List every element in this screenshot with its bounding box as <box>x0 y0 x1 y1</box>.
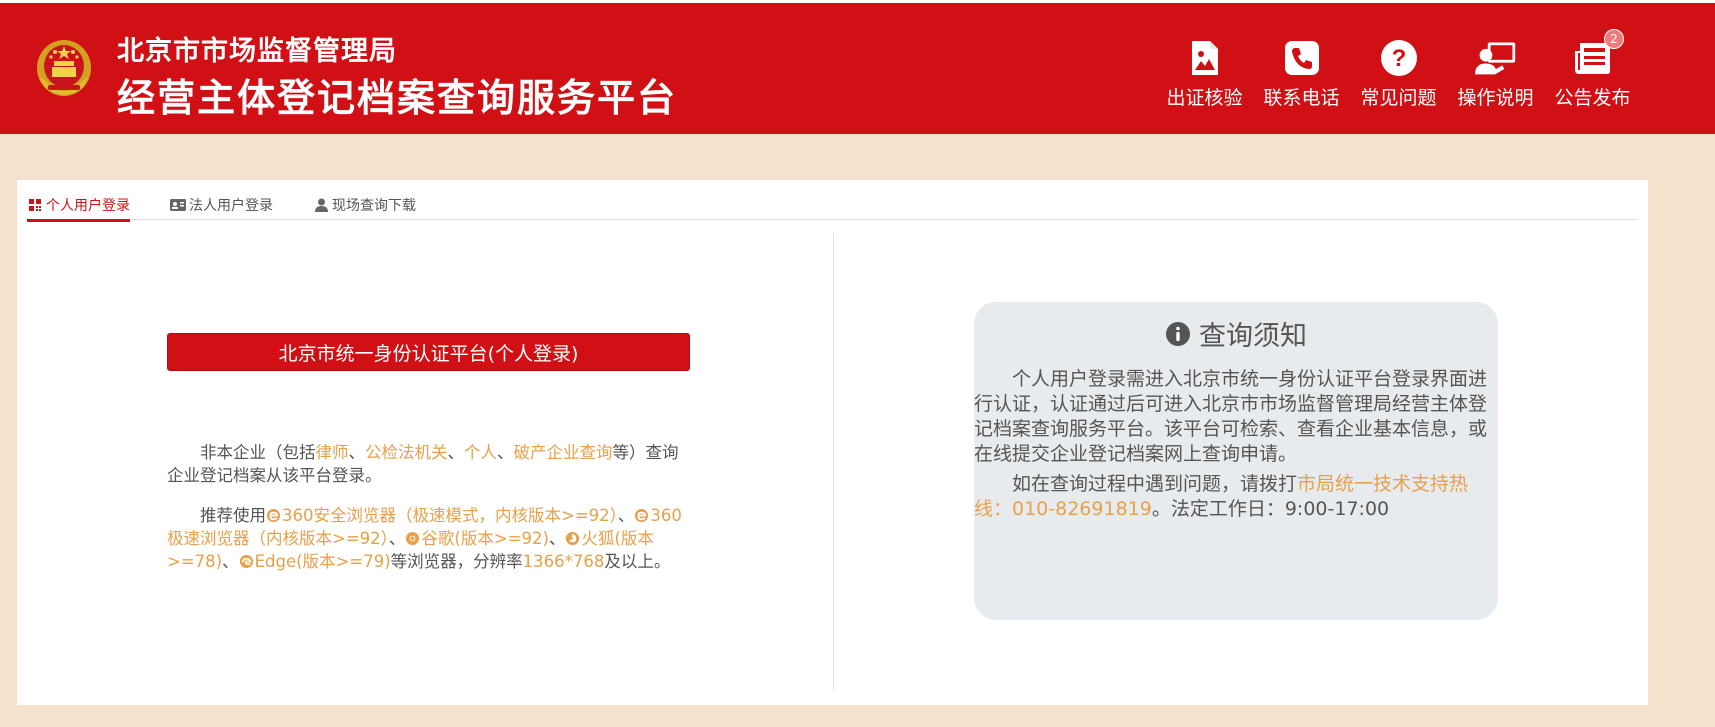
login-panel: 个人用户登录 法人用户登录 现场查询下载 北京市统一身份认证平台(个人登录) 非… <box>17 180 1648 705</box>
chrome-icon <box>406 531 420 546</box>
link-edge[interactable]: Edge(版本>=79) <box>239 552 391 571</box>
ie-browser-icon <box>266 508 281 523</box>
tab-label: 法人用户登录 <box>189 198 273 214</box>
user-icon <box>313 197 329 213</box>
nav-label: 常见问题 <box>1360 87 1437 109</box>
notification-badge: 2 <box>1604 29 1624 49</box>
link-lawyer[interactable]: 律师 <box>316 443 349 462</box>
notice-paragraph-2: 如在查询过程中遇到问题，请拨打市局统一技术支持热线：010-82691819。法… <box>974 472 1498 522</box>
national-emblem-icon <box>34 37 94 99</box>
notice-title: 查询须知 <box>1199 321 1307 352</box>
notice-paragraph-1: 个人用户登录需进入北京市统一身份认证平台登录界面进行认证，认证通过后可进入北京市… <box>974 368 1488 465</box>
tab-personal-login[interactable]: 个人用户登录 <box>27 190 130 222</box>
tab-onsite-query-download[interactable]: 现场查询下载 <box>313 190 416 220</box>
text: 。法定工作日：9:00-17:00 <box>1151 498 1390 520</box>
text: 360安全浏览器（极速模式，内核版本>=92） <box>282 506 618 525</box>
text: 、 <box>447 443 465 462</box>
agency-title: 北京市市场监督管理局 <box>117 36 397 67</box>
text: 、 <box>222 552 239 571</box>
edge-icon <box>239 554 253 569</box>
header-nav: 出证核验 联系电话 ? 常见问题 操作说明 2 公告发布 <box>1156 29 1641 110</box>
svg-text:?: ? <box>1391 45 1406 72</box>
tab-label: 个人用户登录 <box>46 198 130 214</box>
text: Edge(版本>=79) <box>254 552 391 571</box>
id-card-icon <box>170 197 186 213</box>
link-judicial[interactable]: 公检法机关 <box>365 443 448 462</box>
nav-label: 联系电话 <box>1263 87 1340 109</box>
query-notice-card: 查询须知 个人用户登录需进入北京市统一身份认证平台登录界面进行认证，认证通过后可… <box>974 302 1498 620</box>
nav-announcements[interactable]: 2 公告发布 <box>1544 29 1641 110</box>
nav-faq[interactable]: ? 常见问题 <box>1350 37 1447 110</box>
nav-label: 公告发布 <box>1554 87 1631 109</box>
platform-title: 经营主体登记档案查询服务平台 <box>117 76 678 120</box>
text: 及以上。 <box>604 552 671 571</box>
link-360-secure-browser[interactable]: 360安全浏览器（极速模式，内核版本>=92） <box>266 506 618 525</box>
question-icon: ? <box>1378 37 1420 79</box>
browser-recommendation: 推荐使用 360安全浏览器（极速模式，内核版本>=92）、 360极速浏览器（内核版… <box>167 504 691 573</box>
nav-label: 出证核验 <box>1166 87 1243 109</box>
text: 谷歌(版本>=92) <box>421 529 549 548</box>
text: 、 <box>388 529 406 548</box>
link-chrome[interactable]: 谷歌(版本>=92) <box>405 529 549 548</box>
tab-label: 现场查询下载 <box>332 198 416 214</box>
text: 非本企业（包括 <box>200 443 316 462</box>
firefox-icon <box>566 531 580 546</box>
nav-contact-phone[interactable]: 联系电话 <box>1253 37 1350 110</box>
top-header: 北京市市场监督管理局 经营主体登记档案查询服务平台 出证核验 联系电话 ? 常见… <box>0 0 1715 134</box>
nav-certificate-verify[interactable]: 出证核验 <box>1156 37 1253 110</box>
column-divider <box>833 233 834 690</box>
nav-label: 操作说明 <box>1457 87 1534 109</box>
text: 、 <box>348 443 366 462</box>
non-enterprise-notice: 非本企业（包括律师、公检法机关、个人、破产企业查询等）查询企业登记档案从该平台登… <box>167 441 691 487</box>
unified-auth-login-button[interactable]: 北京市统一身份认证平台(个人登录) <box>167 333 690 371</box>
text: 如在查询过程中遇到问题，请拨打 <box>1012 473 1298 495</box>
grid-icon <box>27 197 43 213</box>
ie-browser-icon <box>635 508 649 523</box>
text: 、 <box>548 529 566 548</box>
text: 等浏览器，分辨率 <box>390 552 523 571</box>
notice-header: 查询须知 <box>974 314 1498 353</box>
info-icon <box>1166 321 1190 346</box>
text: 、 <box>497 443 514 462</box>
nav-instructions[interactable]: 操作说明 <box>1447 37 1544 110</box>
image-file-icon <box>1184 37 1226 79</box>
link-individual[interactable]: 个人 <box>464 443 497 462</box>
link-bankruptcy[interactable]: 破产企业查询 <box>514 443 613 462</box>
phone-icon <box>1281 37 1323 79</box>
login-tabs: 个人用户登录 法人用户登录 现场查询下载 <box>27 190 1638 222</box>
user-screen-icon <box>1474 37 1517 79</box>
text: 推荐使用 <box>200 506 266 525</box>
tab-legal-entity-login[interactable]: 法人用户登录 <box>170 190 273 220</box>
resolution-value: 1366*768 <box>522 552 605 571</box>
text: 、 <box>617 506 635 525</box>
